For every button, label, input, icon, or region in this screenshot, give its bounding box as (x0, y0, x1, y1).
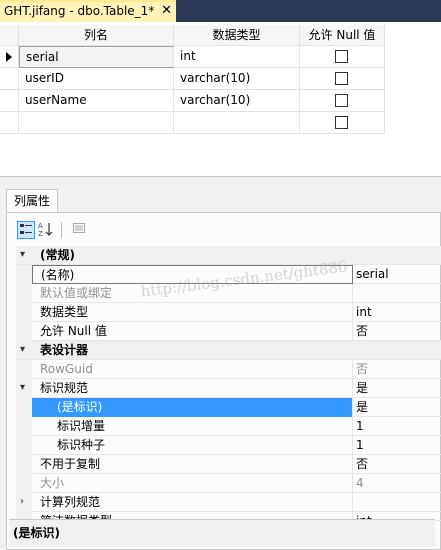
property-label: 标识种子 (32, 436, 353, 455)
allow-null-checkbox[interactable] (335, 94, 348, 107)
property-label: 大小 (32, 474, 353, 493)
property-label: 数据类型 (32, 303, 353, 322)
data-type-cell[interactable]: varchar(10) (174, 90, 300, 112)
property-value[interactable]: 否 (353, 360, 441, 379)
category-label: 表设计器 (40, 343, 89, 357)
table-row[interactable]: userID varchar(10) (0, 68, 385, 90)
column-name-header[interactable]: 列名 (19, 25, 174, 46)
property-label: RowGuid (32, 360, 353, 379)
table-designer-grid: 列名 数据类型 允许 Null 值 serial int userID varc… (0, 25, 385, 134)
allow-null-checkbox[interactable] (335, 116, 348, 129)
column-name-cell[interactable]: userID (19, 68, 174, 90)
property-row-computed[interactable]: › 计算列规范 (16, 493, 441, 512)
allow-null-cell[interactable] (300, 112, 385, 134)
property-value[interactable]: serial (353, 265, 441, 284)
categorized-icon[interactable] (17, 221, 35, 239)
property-value[interactable] (353, 284, 441, 303)
column-properties-panel: 列属性 AZ ▾ (常规) (名称) serial 默认值或绑定 数据类型 in… (0, 176, 441, 550)
data-type-cell[interactable] (174, 112, 300, 134)
property-value[interactable]: int (353, 303, 441, 322)
collapse-icon[interactable]: ▾ (20, 379, 25, 397)
property-row-seed[interactable]: 标识种子 1 (16, 436, 441, 455)
data-type-header[interactable]: 数据类型 (174, 25, 300, 46)
grid-header-row: 列名 数据类型 允许 Null 值 (0, 25, 385, 46)
property-label: 计算列规范 (32, 493, 353, 512)
property-row-datatype[interactable]: 数据类型 int (16, 303, 441, 322)
document-tab-strip: GHT.jifang - dbo.Table_1* ✕ (0, 0, 441, 22)
close-tab-icon[interactable]: ✕ (161, 3, 172, 18)
property-value[interactable]: 4 (353, 474, 441, 493)
data-type-cell[interactable]: varchar(10) (174, 68, 300, 90)
category-general[interactable]: ▾ (常规) (16, 246, 441, 265)
properties-body: AZ ▾ (常规) (名称) serial 默认值或绑定 数据类型 int 允许… (6, 212, 441, 550)
property-description: (是标识) (9, 519, 435, 547)
property-value[interactable]: 否 (353, 322, 441, 341)
row-selector-header (0, 25, 19, 46)
allow-null-checkbox[interactable] (335, 50, 348, 63)
expand-icon[interactable]: › (20, 493, 24, 511)
property-value[interactable]: 否 (353, 455, 441, 474)
property-label: 标识规范 (32, 379, 353, 398)
property-row-not-for-replication[interactable]: 不用于复制 否 (16, 455, 441, 474)
property-label: 不用于复制 (32, 455, 353, 474)
row-selector[interactable] (0, 90, 19, 112)
allow-null-cell[interactable] (300, 68, 385, 90)
property-value[interactable]: 1 (353, 436, 441, 455)
table-row-new[interactable] (0, 112, 385, 134)
column-name-cell[interactable] (19, 112, 174, 134)
row-selector[interactable] (0, 112, 19, 134)
allow-null-checkbox[interactable] (335, 72, 348, 85)
svg-text:Z: Z (38, 230, 43, 237)
property-row-identity-spec[interactable]: ▾ 标识规范 是 (16, 379, 441, 398)
category-table-designer[interactable]: ▾ 表设计器 (16, 341, 441, 360)
property-label: (是标识) (32, 398, 353, 417)
property-row-rowguid[interactable]: RowGuid 否 (16, 360, 441, 379)
toolbar-separator (61, 222, 62, 238)
properties-toolbar: AZ (7, 213, 441, 243)
collapse-icon[interactable]: ▾ (20, 246, 25, 264)
property-row-increment[interactable]: 标识增量 1 (16, 417, 441, 436)
property-value[interactable]: 是 (353, 379, 441, 398)
property-label: 标识增量 (32, 417, 353, 436)
property-label: 允许 Null 值 (32, 322, 353, 341)
alphabetical-sort-icon[interactable]: AZ (37, 221, 55, 239)
property-value[interactable] (353, 493, 441, 512)
allow-null-header[interactable]: 允许 Null 值 (300, 25, 385, 46)
property-row-size[interactable]: 大小 4 (16, 474, 441, 493)
row-selector[interactable] (0, 46, 19, 68)
property-pages-icon[interactable] (70, 221, 88, 239)
row-selector[interactable] (0, 68, 19, 90)
document-tab-title: GHT.jifang - dbo.Table_1* (4, 4, 155, 18)
table-row[interactable]: serial int (0, 46, 385, 68)
data-type-cell[interactable]: int (174, 46, 300, 68)
collapse-icon[interactable]: ▾ (20, 341, 25, 359)
column-name-cell[interactable]: userName (19, 90, 174, 112)
allow-null-cell[interactable] (300, 90, 385, 112)
table-row[interactable]: userName varchar(10) (0, 90, 385, 112)
allow-null-cell[interactable] (300, 46, 385, 68)
document-tab[interactable]: GHT.jifang - dbo.Table_1* ✕ (0, 0, 176, 22)
property-row-is-identity[interactable]: (是标识) 是 (16, 398, 441, 417)
current-row-arrow-icon (6, 52, 12, 62)
property-row-allownull[interactable]: 允许 Null 值 否 (16, 322, 441, 341)
property-value[interactable]: 1 (353, 417, 441, 436)
column-name-cell[interactable]: serial (19, 46, 174, 68)
tab-column-properties[interactable]: 列属性 (6, 189, 58, 213)
property-value[interactable]: 是 (353, 398, 441, 417)
svg-text:A: A (38, 222, 43, 230)
